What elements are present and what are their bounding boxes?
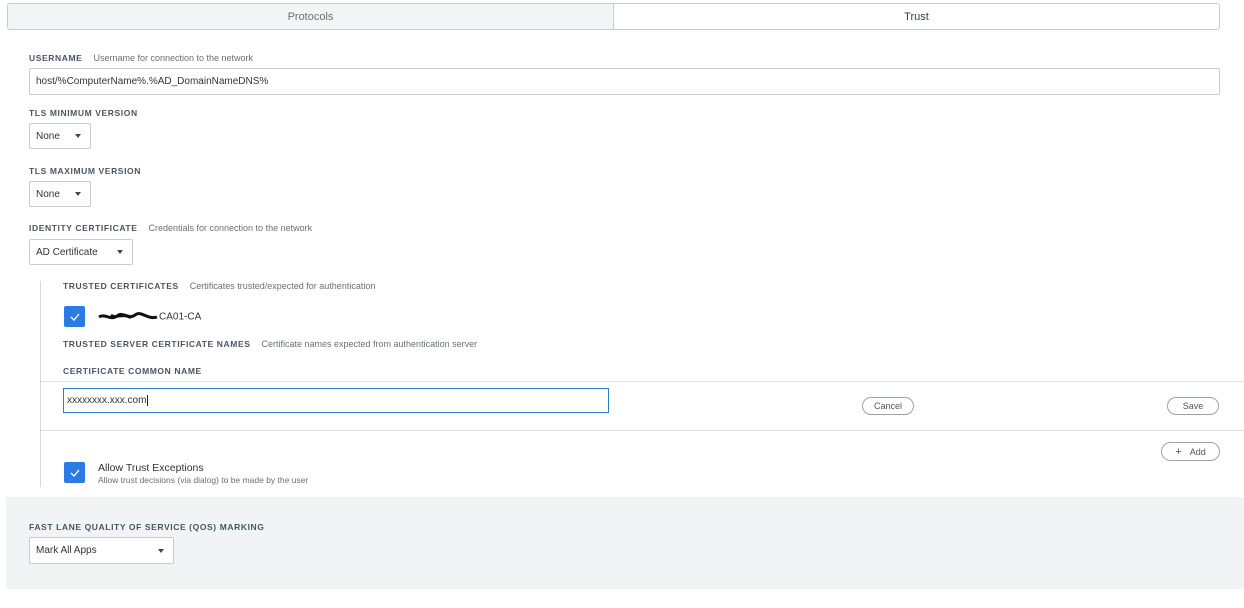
trusted-certs-label-row: TRUSTED CERTIFICATES Certificates truste… bbox=[63, 281, 375, 291]
identity-cert-label-row: IDENTITY CERTIFICATE Credentials for con… bbox=[29, 223, 312, 233]
tls-min-label-row: TLS MINIMUM VERSION bbox=[29, 108, 138, 118]
chevron-down-icon bbox=[75, 192, 81, 196]
indent-divider bbox=[40, 281, 41, 487]
identity-cert-description: Credentials for connection to the networ… bbox=[148, 223, 313, 233]
allow-trust-exceptions-description: Allow trust decisions (via dialog) to be… bbox=[98, 475, 309, 485]
cancel-button[interactable]: Cancel bbox=[862, 397, 914, 415]
tls-max-label-row: TLS MAXIMUM VERSION bbox=[29, 166, 141, 176]
qos-label-row: FAST LANE QUALITY OF SERVICE (QOS) MARKI… bbox=[29, 522, 265, 532]
save-button[interactable]: Save bbox=[1167, 397, 1219, 415]
trusted-server-names-description: Certificate names expected from authenti… bbox=[261, 339, 478, 349]
qos-section: FAST LANE QUALITY OF SERVICE (QOS) MARKI… bbox=[6, 497, 1244, 589]
common-name-column-header: CERTIFICATE COMMON NAME bbox=[63, 366, 202, 376]
tab-protocols[interactable]: Protocols bbox=[8, 4, 613, 29]
trusted-certs-label: TRUSTED CERTIFICATES bbox=[63, 281, 179, 291]
add-button[interactable]: + Add bbox=[1161, 442, 1220, 461]
tls-min-label: TLS MINIMUM VERSION bbox=[29, 108, 138, 118]
identity-cert-select[interactable]: AD Certificate bbox=[29, 239, 133, 265]
tab-trust[interactable]: Trust bbox=[613, 4, 1219, 29]
trusted-cert-name-suffix: CA01-CA bbox=[159, 311, 202, 323]
username-label-row: USERNAME Username for connection to the … bbox=[29, 53, 253, 63]
checkmark-icon bbox=[70, 313, 79, 321]
username-value: host/%ComputerName%.%AD_DomainNameDNS% bbox=[36, 76, 269, 87]
qos-select[interactable]: Mark All Apps bbox=[29, 537, 174, 564]
trusted-cert-name: CA01-CA bbox=[97, 311, 201, 323]
trust-settings-panel: Protocols Trust USERNAME Username for co… bbox=[6, 0, 1244, 497]
trusted-certs-description: Certificates trusted/expected for authen… bbox=[189, 281, 376, 291]
plus-icon: + bbox=[1175, 445, 1182, 458]
tls-min-select[interactable]: None bbox=[29, 123, 91, 149]
username-label: USERNAME bbox=[29, 53, 83, 63]
qos-label: FAST LANE QUALITY OF SERVICE (QOS) MARKI… bbox=[29, 522, 265, 532]
trusted-server-names-label: TRUSTED SERVER CERTIFICATE NAMES bbox=[63, 339, 251, 349]
tls-max-label: TLS MAXIMUM VERSION bbox=[29, 166, 141, 176]
identity-cert-label: IDENTITY CERTIFICATE bbox=[29, 223, 138, 233]
redaction-mark bbox=[98, 312, 158, 320]
allow-trust-exceptions-title: Allow Trust Exceptions bbox=[98, 462, 204, 474]
table-divider-top bbox=[41, 381, 1244, 382]
qos-value: Mark All Apps bbox=[36, 545, 97, 556]
tls-min-value: None bbox=[36, 130, 60, 142]
chevron-down-icon bbox=[75, 134, 81, 138]
chevron-down-icon bbox=[158, 548, 164, 553]
identity-cert-value: AD Certificate bbox=[36, 246, 98, 258]
trusted-cert-checkbox[interactable] bbox=[64, 306, 85, 327]
common-name-value: xxxxxxxx.xxx.com bbox=[67, 395, 147, 406]
allow-trust-exceptions-checkbox[interactable] bbox=[64, 462, 85, 483]
tab-bar: Protocols Trust bbox=[7, 3, 1220, 30]
tls-max-value: None bbox=[36, 188, 60, 200]
common-name-input[interactable]: xxxxxxxx.xxx.com bbox=[63, 388, 609, 413]
username-description: Username for connection to the network bbox=[93, 53, 254, 63]
tls-max-select[interactable]: None bbox=[29, 181, 91, 207]
checkmark-icon bbox=[70, 469, 79, 477]
username-input[interactable]: host/%ComputerName%.%AD_DomainNameDNS% bbox=[29, 68, 1220, 95]
table-divider-bottom bbox=[41, 430, 1244, 431]
trusted-server-names-label-row: TRUSTED SERVER CERTIFICATE NAMES Certifi… bbox=[63, 339, 477, 349]
add-button-label: Add bbox=[1189, 446, 1206, 457]
chevron-down-icon bbox=[117, 250, 123, 254]
common-name-header-row: CERTIFICATE COMMON NAME bbox=[63, 366, 202, 376]
text-cursor bbox=[147, 395, 149, 406]
